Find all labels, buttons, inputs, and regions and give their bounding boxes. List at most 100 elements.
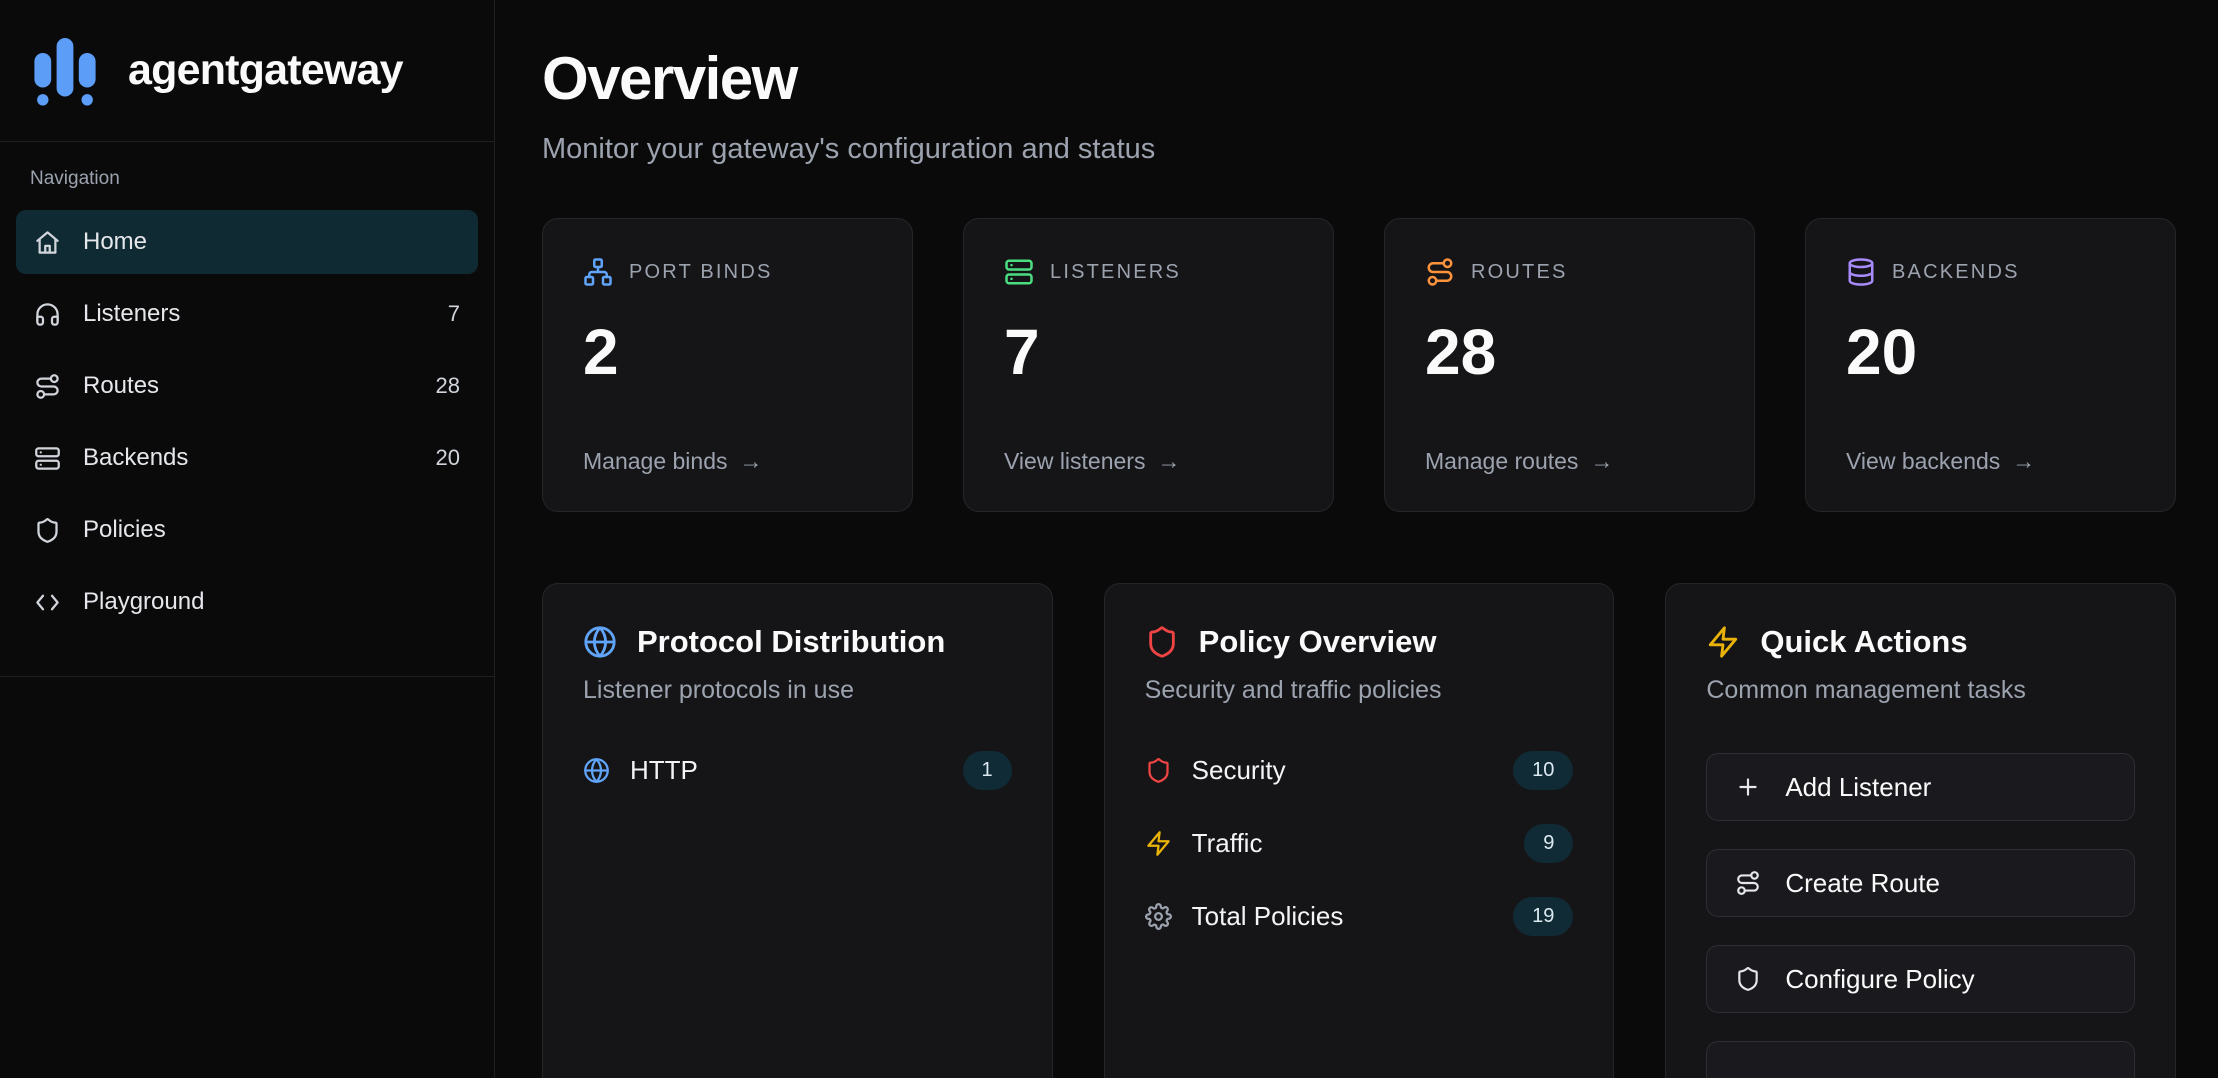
stat-label: ROUTES: [1471, 261, 1568, 284]
headphones-icon: [34, 301, 61, 328]
page-title: Overview: [542, 44, 2176, 113]
card-title: Protocol Distribution: [637, 624, 945, 660]
stat-link-label: Manage routes: [1425, 448, 1578, 475]
arrow-right-icon: →: [1590, 448, 1613, 475]
manage-binds-link[interactable]: Manage binds →: [583, 448, 763, 475]
arrow-right-icon: →: [740, 448, 763, 475]
sidebar-item-routes[interactable]: Routes 28: [16, 354, 478, 418]
stat-card-routes: ROUTES 28 Manage routes →: [1384, 218, 1755, 512]
sidebar: agentgateway Navigation Home Listeners 7: [0, 0, 495, 1078]
code-icon: [34, 589, 61, 616]
zap-icon: [1145, 830, 1172, 857]
server-icon: [34, 445, 61, 472]
quick-actions-card: Quick Actions Common management tasks Ad…: [1665, 583, 2176, 1078]
sidebar-item-count: 7: [448, 301, 460, 327]
sidebar-item-count: 20: [436, 445, 460, 471]
shield-icon: [34, 517, 61, 544]
policy-count-badge: 19: [1513, 897, 1573, 936]
plus-icon: [1735, 774, 1761, 800]
zap-icon: [1706, 625, 1740, 659]
card-subtitle: Listener protocols in use: [583, 676, 1012, 705]
policy-list: Security 10 Traffic 9 Tota: [1145, 751, 1574, 936]
page-subtitle: Monitor your gateway's configuration and…: [542, 133, 2176, 166]
action-button-label: Configure Policy: [1785, 964, 1974, 995]
network-icon: [583, 257, 613, 287]
database-icon: [1846, 257, 1876, 287]
stat-card-port-binds: PORT BINDS 2 Manage binds →: [542, 218, 913, 512]
sidebar-item-count: 28: [436, 373, 460, 399]
policy-label: Traffic: [1192, 828, 1263, 859]
sidebar-item-label: Backends: [83, 444, 188, 472]
quick-actions-list: Add Listener Create Route Configure Poli…: [1706, 753, 2135, 1078]
card-title: Quick Actions: [1760, 624, 1967, 660]
sidebar-item-backends[interactable]: Backends 20: [16, 426, 478, 490]
sidebar-item-listeners[interactable]: Listeners 7: [16, 282, 478, 346]
protocol-count-badge: 1: [963, 751, 1012, 790]
policy-row-traffic: Traffic 9: [1145, 824, 1574, 863]
card-title: Policy Overview: [1199, 624, 1437, 660]
shield-icon: [1145, 625, 1179, 659]
app-root: agentgateway Navigation Home Listeners 7: [0, 0, 2218, 1078]
card-header: Quick Actions: [1706, 624, 2135, 660]
stat-card-listeners: LISTENERS 7 View listeners →: [963, 218, 1334, 512]
sidebar-item-label: Playground: [83, 588, 204, 616]
sidebar-item-label: Listeners: [83, 300, 180, 328]
arrow-right-icon: →: [1157, 448, 1180, 475]
agentgateway-logo-icon: [28, 32, 102, 110]
stat-label: PORT BINDS: [629, 261, 773, 284]
sidebar-nav: Navigation Home Listeners 7 Routes: [0, 142, 494, 677]
stat-label: LISTENERS: [1050, 261, 1181, 284]
policy-overview-card: Policy Overview Security and traffic pol…: [1104, 583, 1615, 1078]
cards-row: Protocol Distribution Listener protocols…: [542, 583, 2176, 1078]
configure-policy-button[interactable]: Configure Policy: [1706, 945, 2135, 1013]
policy-row-total: Total Policies 19: [1145, 897, 1574, 936]
stat-link-label: Manage binds: [583, 448, 728, 475]
logo-row[interactable]: agentgateway: [0, 0, 494, 142]
globe-icon: [583, 625, 617, 659]
stat-card-header: PORT BINDS: [583, 257, 872, 287]
protocol-distribution-card: Protocol Distribution Listener protocols…: [542, 583, 1053, 1078]
view-backends-link[interactable]: View backends →: [1846, 448, 2035, 475]
sidebar-item-label: Routes: [83, 372, 159, 400]
stat-link-label: View backends: [1846, 448, 2000, 475]
arrow-right-icon: →: [2012, 448, 2035, 475]
card-subtitle: Security and traffic policies: [1145, 676, 1574, 705]
stat-value: 28: [1425, 315, 1714, 389]
card-subtitle: Common management tasks: [1706, 676, 2135, 705]
protocol-row-http: HTTP 1: [583, 751, 1012, 790]
sidebar-item-playground[interactable]: Playground: [16, 570, 478, 634]
policy-count-badge: 10: [1513, 751, 1573, 790]
shield-icon: [1735, 966, 1761, 992]
manage-routes-link[interactable]: Manage routes →: [1425, 448, 1613, 475]
policy-label: Security: [1192, 755, 1286, 786]
stat-value: 20: [1846, 315, 2135, 389]
stat-value: 2: [583, 315, 872, 389]
action-button-label: Add Listener: [1785, 772, 1931, 803]
sidebar-item-home[interactable]: Home: [16, 210, 478, 274]
stat-card-header: LISTENERS: [1004, 257, 1293, 287]
stat-label: BACKENDS: [1892, 261, 2020, 284]
view-listeners-link[interactable]: View listeners →: [1004, 448, 1180, 475]
sidebar-item-policies[interactable]: Policies: [16, 498, 478, 562]
stat-card-header: ROUTES: [1425, 257, 1714, 287]
route-icon: [1735, 870, 1761, 896]
shield-icon: [1145, 757, 1172, 784]
create-route-button[interactable]: Create Route: [1706, 849, 2135, 917]
card-header: Policy Overview: [1145, 624, 1574, 660]
protocol-label: HTTP: [630, 755, 698, 786]
stat-card-backends: BACKENDS 20 View backends →: [1805, 218, 2176, 512]
sidebar-item-label: Home: [83, 228, 147, 256]
policy-row-security: Security 10: [1145, 751, 1574, 790]
server-icon: [1004, 257, 1034, 287]
add-listener-button[interactable]: Add Listener: [1706, 753, 2135, 821]
policy-label: Total Policies: [1192, 901, 1344, 932]
policy-count-badge: 9: [1524, 824, 1573, 863]
route-icon: [34, 373, 61, 400]
globe-icon: [583, 757, 610, 784]
gear-icon: [1145, 903, 1172, 930]
route-icon: [1425, 257, 1455, 287]
quick-action-button-4[interactable]: [1706, 1041, 2135, 1078]
action-button-label: Create Route: [1785, 868, 1940, 899]
stats-row: PORT BINDS 2 Manage binds → LISTENERS 7: [542, 218, 2176, 512]
main-content: Overview Monitor your gateway's configur…: [495, 0, 2218, 1078]
